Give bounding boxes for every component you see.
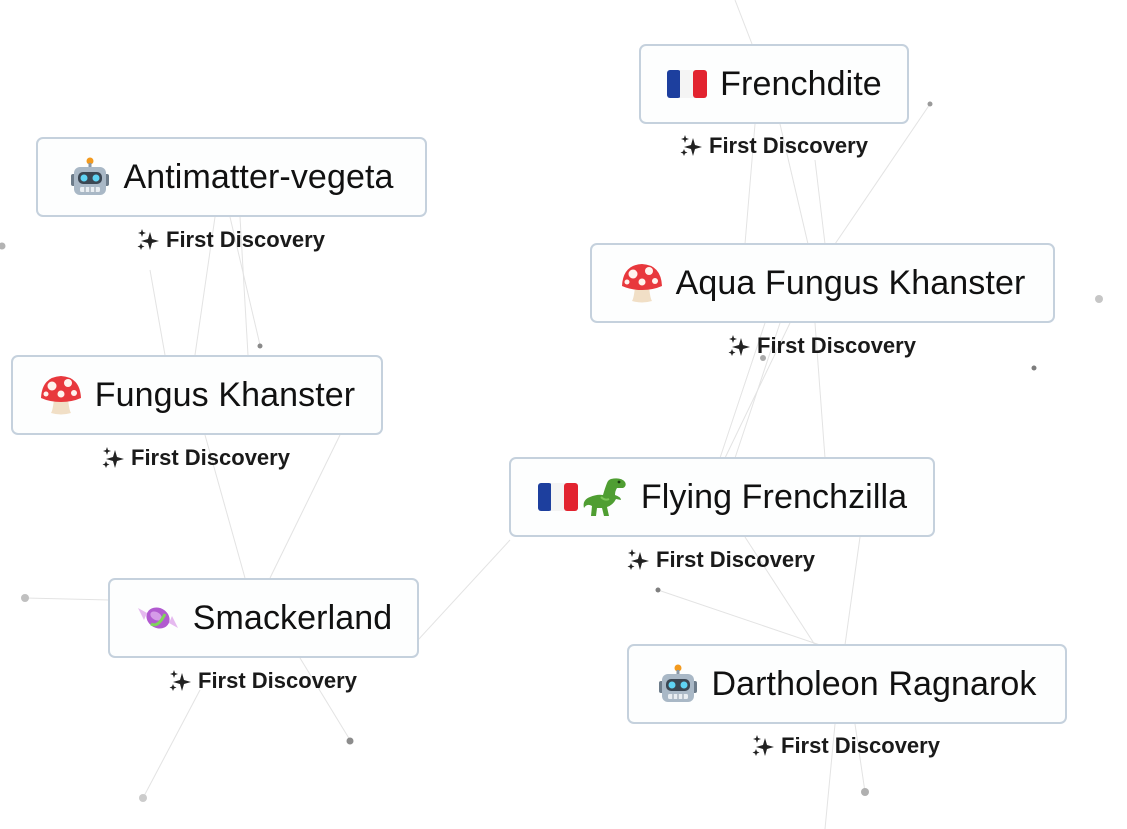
element-tile-smackerland[interactable]: Smackerland — [108, 578, 419, 658]
badge-label: First Discovery — [198, 668, 357, 693]
first-discovery-badge: First Discovery — [751, 733, 940, 759]
first-discovery-badge: First Discovery — [727, 333, 916, 359]
france-flag-icon — [666, 69, 708, 99]
mushroom-icon — [39, 374, 83, 416]
robot-icon — [69, 156, 111, 198]
sparkles-icon — [101, 446, 125, 470]
mushroom-icon — [620, 262, 664, 304]
crafting-canvas[interactable]: Frenchdite First Discovery Antimatter-ve… — [0, 0, 1127, 829]
element-tile-frenchdite[interactable]: Frenchdite — [639, 44, 909, 124]
first-discovery-badge: First Discovery — [136, 227, 325, 253]
sparkles-icon — [679, 134, 703, 158]
sparkles-icon — [136, 228, 160, 252]
badge-label: First Discovery — [656, 547, 815, 572]
badge-label: First Discovery — [131, 445, 290, 470]
first-discovery-badge: First Discovery — [168, 668, 357, 694]
element-tile-fungus-khanster[interactable]: Fungus Khanster — [11, 355, 383, 435]
sparkles-icon — [751, 734, 775, 758]
france-flag-icon — [537, 482, 579, 512]
element-name: Dartholeon Ragnarok — [711, 664, 1037, 703]
element-name: Antimatter-vegeta — [123, 157, 394, 196]
first-discovery-badge: First Discovery — [101, 445, 290, 471]
badge-label: First Discovery — [709, 133, 868, 158]
sparkles-icon — [168, 669, 192, 693]
element-name: Aqua Fungus Khanster — [675, 263, 1026, 302]
sparkles-icon — [727, 334, 751, 358]
element-name: Frenchdite — [720, 64, 882, 103]
element-tile-flying-frenchzilla[interactable]: Flying Frenchzilla — [509, 457, 935, 537]
element-tile-aqua-fungus-khanster[interactable]: Aqua Fungus Khanster — [590, 243, 1055, 323]
element-tile-dartholeon-ragnarok[interactable]: Dartholeon Ragnarok — [627, 644, 1067, 724]
candy-icon — [135, 598, 181, 638]
badge-label: First Discovery — [757, 333, 916, 358]
sparkles-icon — [626, 548, 650, 572]
element-name: Smackerland — [192, 598, 393, 637]
badge-label: First Discovery — [166, 227, 325, 252]
badge-label: First Discovery — [781, 733, 940, 758]
element-name: Fungus Khanster — [94, 375, 356, 414]
element-tile-antimatter-vegeta[interactable]: Antimatter-vegeta — [36, 137, 427, 217]
t-rex-icon — [581, 475, 629, 519]
first-discovery-badge: First Discovery — [626, 547, 815, 573]
element-name: Flying Frenchzilla — [640, 477, 908, 516]
robot-icon — [657, 663, 699, 705]
first-discovery-badge: First Discovery — [679, 133, 868, 159]
